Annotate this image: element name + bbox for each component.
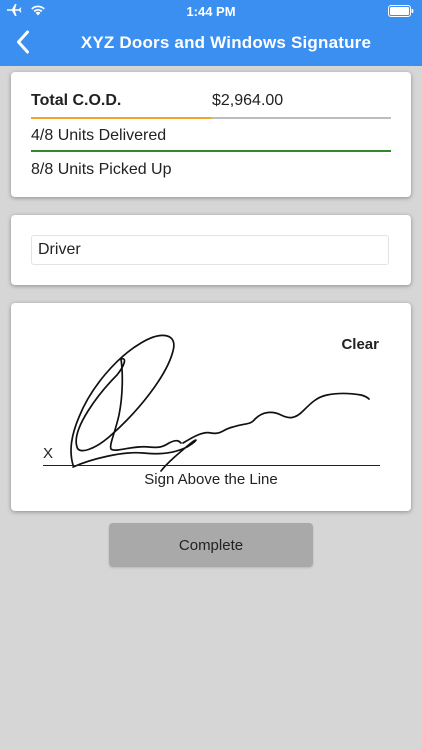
status-bar: 1:44 PM — [0, 0, 422, 22]
signature-line — [43, 465, 380, 466]
delivery-summary-card: Total C.O.D. $2,964.00 4/8 Units Deliver… — [11, 72, 411, 197]
delivered-progress-fill — [31, 150, 391, 152]
signature-x-mark: X — [43, 445, 54, 462]
page-title: XYZ Doors and Windows Signature — [80, 33, 372, 52]
status-time: 1:44 PM — [186, 4, 236, 19]
complete-button[interactable]: Complete — [109, 523, 313, 567]
cod-amount: $2,964.00 — [212, 92, 284, 109]
driver-card — [11, 215, 411, 285]
signature-card: Clear X Sign Above the Line — [11, 303, 411, 511]
clear-signature-button[interactable]: Clear — [341, 336, 379, 353]
signature-stroke-3 — [72, 439, 197, 472]
units-delivered-label: 4/8 Units Delivered — [31, 127, 167, 144]
back-button[interactable] — [8, 28, 38, 60]
chevron-left-icon — [16, 30, 30, 59]
cod-row: Total C.O.D. $2,964.00 — [31, 92, 391, 112]
signature-stroke-2 — [109, 358, 182, 451]
delivered-progress-bar — [31, 150, 391, 152]
signature-stroke — [70, 334, 175, 466]
signature-hint: Sign Above the Line — [144, 471, 278, 488]
cod-progress-bar — [31, 117, 391, 119]
units-picked-up-label: 8/8 Units Picked Up — [31, 161, 172, 178]
nav-bar: XYZ Doors and Windows Signature — [0, 22, 422, 66]
cod-progress-fill — [31, 117, 211, 119]
driver-name-input[interactable] — [31, 235, 389, 265]
signature-stroke-4 — [182, 392, 370, 444]
app-header: 1:44 PM XYZ Doors and Windows Signature — [0, 0, 422, 66]
cod-label: Total C.O.D. — [31, 92, 122, 109]
battery-icon — [388, 5, 414, 20]
